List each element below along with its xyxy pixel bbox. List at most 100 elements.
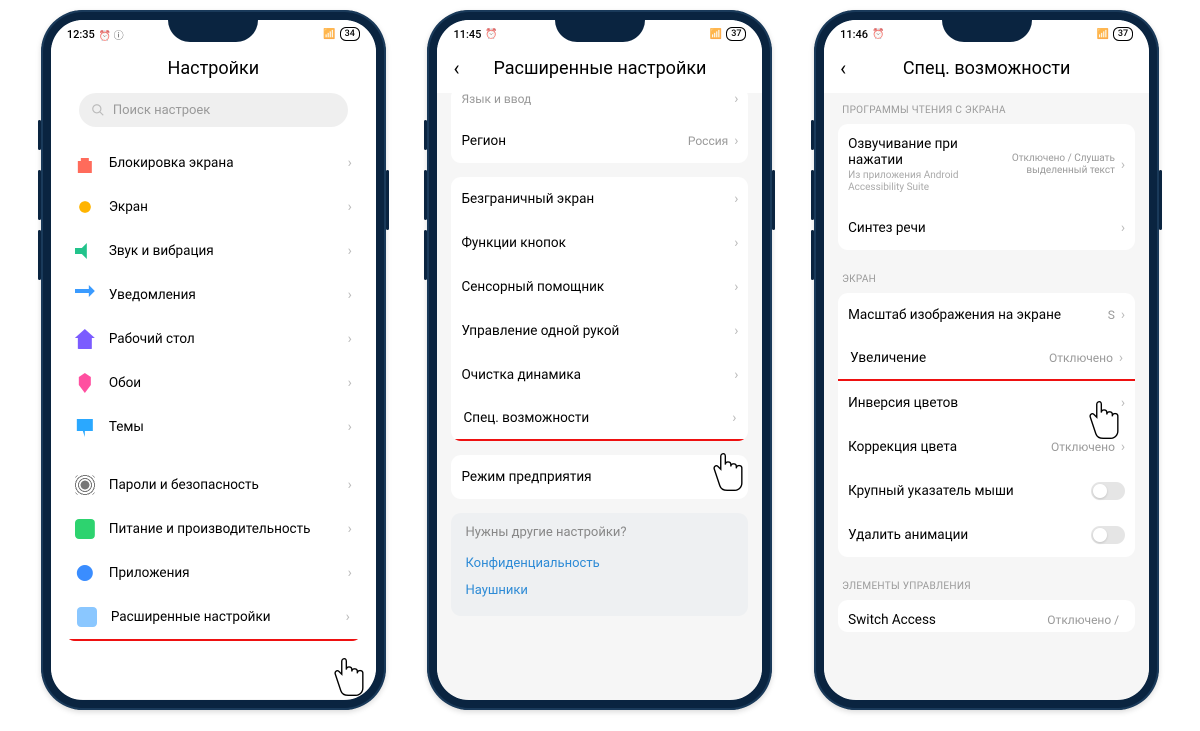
chevron-right-icon: › xyxy=(348,199,352,215)
chevron-right-icon: › xyxy=(734,323,738,339)
region-value: Россия xyxy=(688,134,728,148)
row-accessibility[interactable]: Спец. возможности› xyxy=(451,397,748,441)
row-security[interactable]: Пароли и безопасность› xyxy=(65,463,362,507)
chevron-right-icon: › xyxy=(1121,439,1125,455)
back-button[interactable]: ‹ xyxy=(840,58,846,78)
fingerprint-icon xyxy=(75,475,95,495)
notch xyxy=(555,20,645,42)
sound-icon xyxy=(75,241,95,261)
chevron-right-icon: › xyxy=(1121,220,1125,236)
notch xyxy=(942,20,1032,42)
chevron-right-icon: › xyxy=(348,375,352,391)
toggle-large-pointer[interactable] xyxy=(1091,482,1125,500)
chevron-right-icon: › xyxy=(348,419,352,435)
row-color-inversion[interactable]: Инверсия цветов› xyxy=(838,381,1135,425)
settings-group-system: Пароли и безопасность› Питание и произво… xyxy=(65,463,362,641)
chevron-right-icon: › xyxy=(734,235,738,251)
row-talkback[interactable]: Озвучивание при нажатии Из приложения An… xyxy=(838,124,1135,206)
row-quick-ball[interactable]: Сенсорный помощник› xyxy=(451,265,748,309)
row-display-size[interactable]: Масштаб изображения на экранеS› xyxy=(838,293,1135,337)
row-battery[interactable]: Питание и производительность› xyxy=(65,507,362,551)
toggle-remove-animations[interactable] xyxy=(1091,526,1125,544)
row-color-correction[interactable]: Коррекция цветаОтключено› xyxy=(838,425,1135,469)
theme-icon xyxy=(75,417,95,437)
chevron-right-icon: › xyxy=(1119,350,1123,366)
chevron-right-icon: › xyxy=(732,410,736,426)
section-header-display: ЭКРАН xyxy=(838,264,1135,293)
chevron-right-icon: › xyxy=(734,469,738,485)
battery-level: 37 xyxy=(1113,27,1133,41)
row-switch-access[interactable]: Switch AccessОтключено / xyxy=(838,600,1135,632)
chevron-right-icon: › xyxy=(734,191,738,207)
battery-level: 37 xyxy=(726,27,746,41)
chevron-right-icon: › xyxy=(348,287,352,303)
row-one-handed[interactable]: Управление одной рукой› xyxy=(451,309,748,353)
chevron-right-icon: › xyxy=(348,565,352,581)
chevron-right-icon: › xyxy=(348,243,352,259)
notification-icon xyxy=(75,285,95,305)
apps-icon xyxy=(75,563,95,583)
row-region[interactable]: РегионРоссия› xyxy=(451,119,748,163)
chevron-right-icon: › xyxy=(734,133,738,149)
section-header-controls: ЭЛЕМЕНТЫ УПРАВЛЕНИЯ xyxy=(838,571,1135,600)
row-themes[interactable]: Темы› xyxy=(65,405,362,449)
signal-icon: 📶 xyxy=(1096,29,1108,40)
back-button[interactable]: ‹ xyxy=(453,58,459,78)
row-home-screen[interactable]: Рабочий стол› xyxy=(65,317,362,361)
home-icon xyxy=(75,329,95,349)
phone-frame-1: 12:35 ⏰ ⓘ 📶 34 Настройки Поиск настроек … xyxy=(41,10,386,710)
row-additional-settings[interactable]: Расширенные настройки› xyxy=(65,595,362,641)
chevron-right-icon: › xyxy=(734,367,738,383)
phone-frame-3: 11:46 ⏰ 📶 37 ‹ Спец. возможности ПРОГРАМ… xyxy=(814,10,1159,710)
row-enterprise-mode[interactable]: Режим предприятия› xyxy=(451,455,748,499)
chevron-right-icon: › xyxy=(348,477,352,493)
search-icon xyxy=(91,103,105,117)
row-button-shortcuts[interactable]: Функции кнопок› xyxy=(451,221,748,265)
link-headphones[interactable]: Наушники xyxy=(465,577,734,604)
chevron-right-icon: › xyxy=(348,521,352,537)
battery-icon xyxy=(75,519,95,539)
status-time: 12:35 xyxy=(67,28,95,41)
chevron-right-icon: › xyxy=(1121,157,1125,173)
battery-level: 34 xyxy=(340,27,360,41)
row-apps[interactable]: Приложения› xyxy=(65,551,362,595)
row-magnification[interactable]: УвеличениеОтключено› xyxy=(838,337,1135,381)
row-tts[interactable]: Синтез речи› xyxy=(838,206,1135,250)
status-time: 11:46 xyxy=(840,28,868,41)
row-sound[interactable]: Звук и вибрация› xyxy=(65,229,362,273)
row-speaker-cleaner[interactable]: Очистка динамика› xyxy=(451,353,748,397)
alarm-icon: ⏰ xyxy=(485,29,497,40)
chevron-right-icon: › xyxy=(734,279,738,295)
row-notifications[interactable]: Уведомления› xyxy=(65,273,362,317)
row-large-pointer[interactable]: Крупный указатель мыши xyxy=(838,469,1135,513)
chevron-right-icon: › xyxy=(346,609,350,625)
chevron-right-icon: › xyxy=(348,155,352,171)
alarm-icon: ⏰ xyxy=(872,29,884,40)
row-lock-screen[interactable]: Блокировка экрана› xyxy=(65,141,362,185)
chevron-right-icon: › xyxy=(348,331,352,347)
row-language[interactable]: Язык и ввод› xyxy=(451,93,748,119)
page-title: ‹ Расширенные настройки xyxy=(437,48,762,93)
signal-icon: 📶 xyxy=(710,29,722,40)
notch xyxy=(168,20,258,42)
page-title: Настройки xyxy=(51,48,376,93)
settings-group-display: Блокировка экрана› Экран› Звук и вибраци… xyxy=(65,141,362,449)
chevron-right-icon: › xyxy=(1121,307,1125,323)
status-time: 11:45 xyxy=(453,28,481,41)
phone-frame-2: 11:45 ⏰ 📶 37 ‹ Расширенные настройки Язы… xyxy=(427,10,772,710)
search-input[interactable]: Поиск настроек xyxy=(79,93,348,127)
signal-icon: 📶 xyxy=(323,29,335,40)
chevron-right-icon: › xyxy=(1121,395,1125,411)
row-display[interactable]: Экран› xyxy=(65,185,362,229)
talkback-status: Отключено / Слушать выделенный текст xyxy=(985,153,1115,177)
suggestion-prompt: Нужны другие настройки? xyxy=(465,525,734,540)
magnification-status: Отключено xyxy=(1049,351,1113,365)
sun-icon xyxy=(75,197,95,217)
lock-icon xyxy=(75,153,95,173)
alarm-icon: ⏰ ⓘ xyxy=(99,27,124,42)
row-remove-animations[interactable]: Удалить анимации xyxy=(838,513,1135,557)
chevron-right-icon: › xyxy=(734,93,738,107)
row-fullscreen[interactable]: Безграничный экран› xyxy=(451,177,748,221)
row-wallpaper[interactable]: Обои› xyxy=(65,361,362,405)
link-privacy[interactable]: Конфиденциальность xyxy=(465,550,734,577)
